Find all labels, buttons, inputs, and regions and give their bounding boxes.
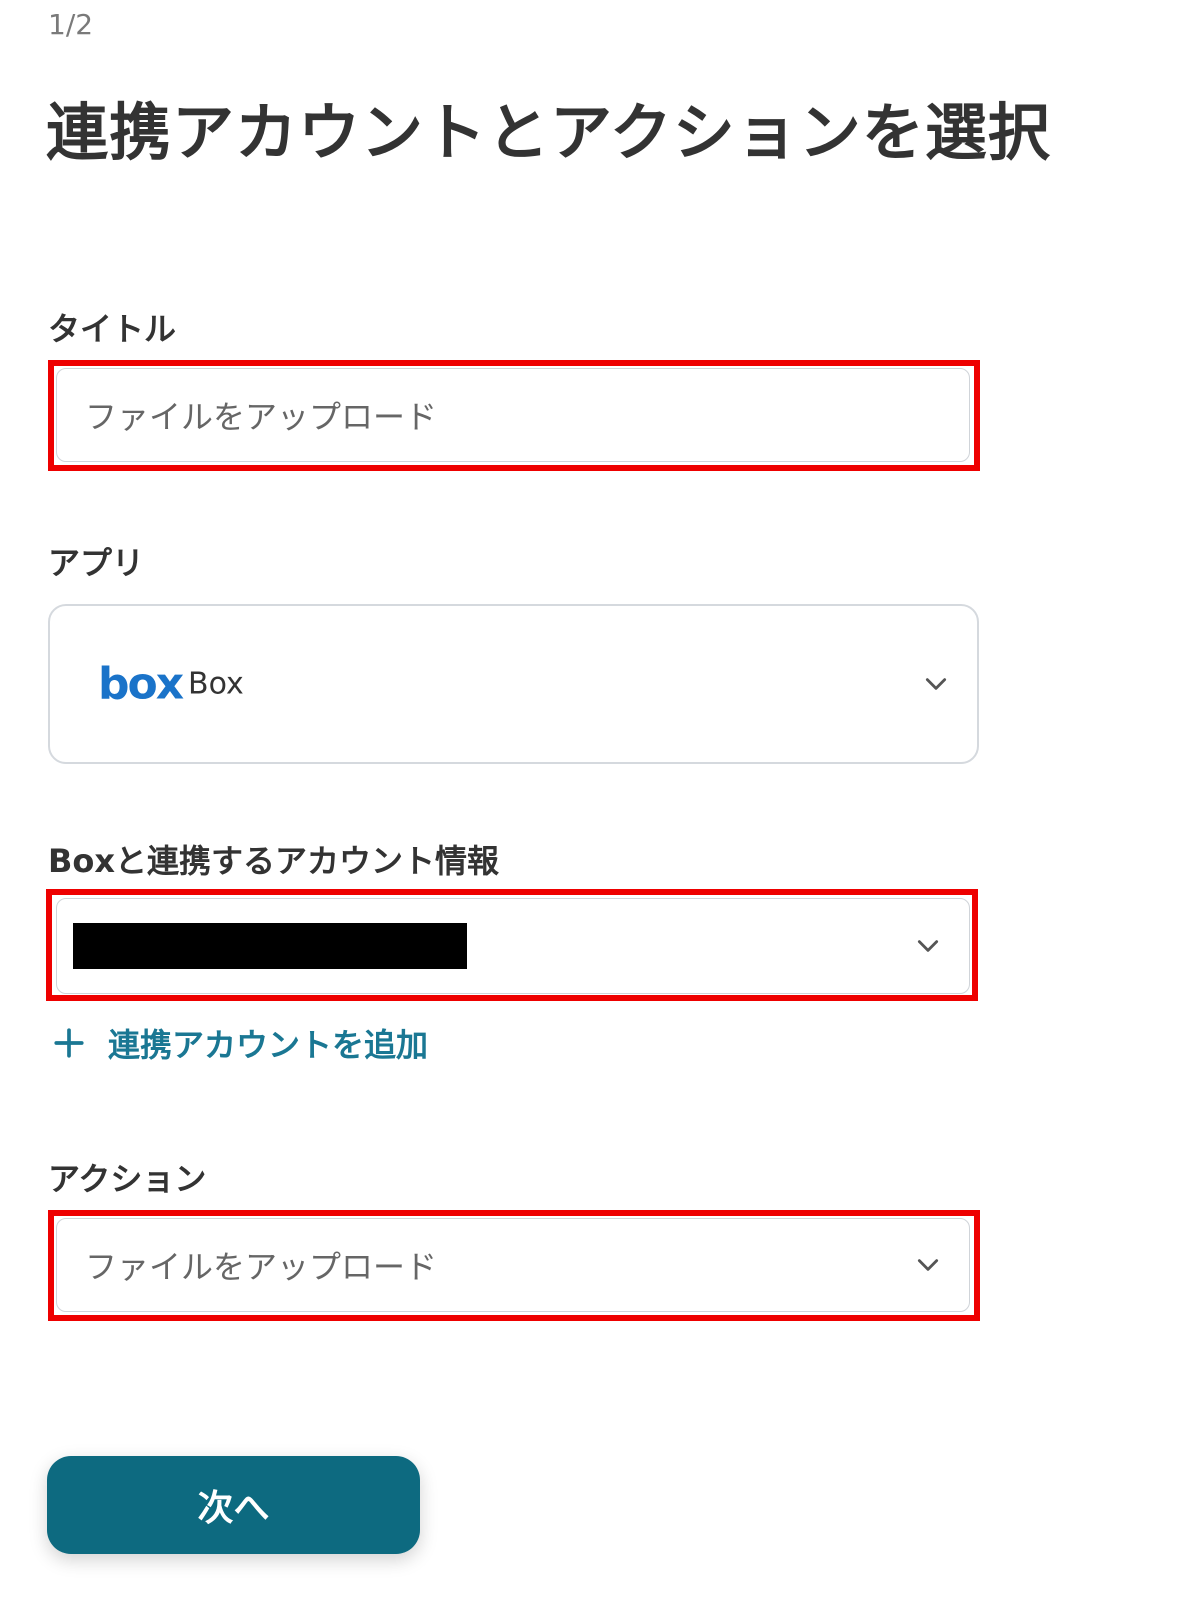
- chevron-down-icon: [917, 1259, 939, 1271]
- title-field-label: タイトル: [48, 310, 177, 348]
- chevron-down-icon: [917, 940, 939, 952]
- app-field-label: アプリ: [48, 544, 145, 582]
- chevron-down-icon: [925, 678, 947, 690]
- app-select[interactable]: box Box: [48, 604, 979, 764]
- redacted-account-value: [73, 923, 467, 969]
- next-button[interactable]: 次へ: [47, 1456, 420, 1554]
- plus-icon: [54, 1028, 84, 1058]
- add-account-label: 連携アカウントを追加: [108, 1026, 429, 1064]
- box-logo: box: [98, 658, 184, 710]
- action-field-label: アクション: [48, 1160, 207, 1198]
- title-input-value: ファイルをアップロード: [85, 398, 438, 436]
- title-input[interactable]: ファイルをアップロード: [56, 368, 970, 462]
- action-select-value: ファイルをアップロード: [85, 1248, 438, 1286]
- action-select[interactable]: ファイルをアップロード: [56, 1218, 970, 1312]
- app-name: Box: [188, 666, 244, 702]
- account-select[interactable]: [56, 898, 970, 994]
- add-account-link[interactable]: 連携アカウントを追加: [52, 1020, 428, 1066]
- page-title: 連携アカウントとアクションを選択: [46, 96, 1051, 169]
- account-field-label: Boxと連携するアカウント情報: [48, 842, 500, 880]
- step-indicator: 1/2: [48, 8, 94, 41]
